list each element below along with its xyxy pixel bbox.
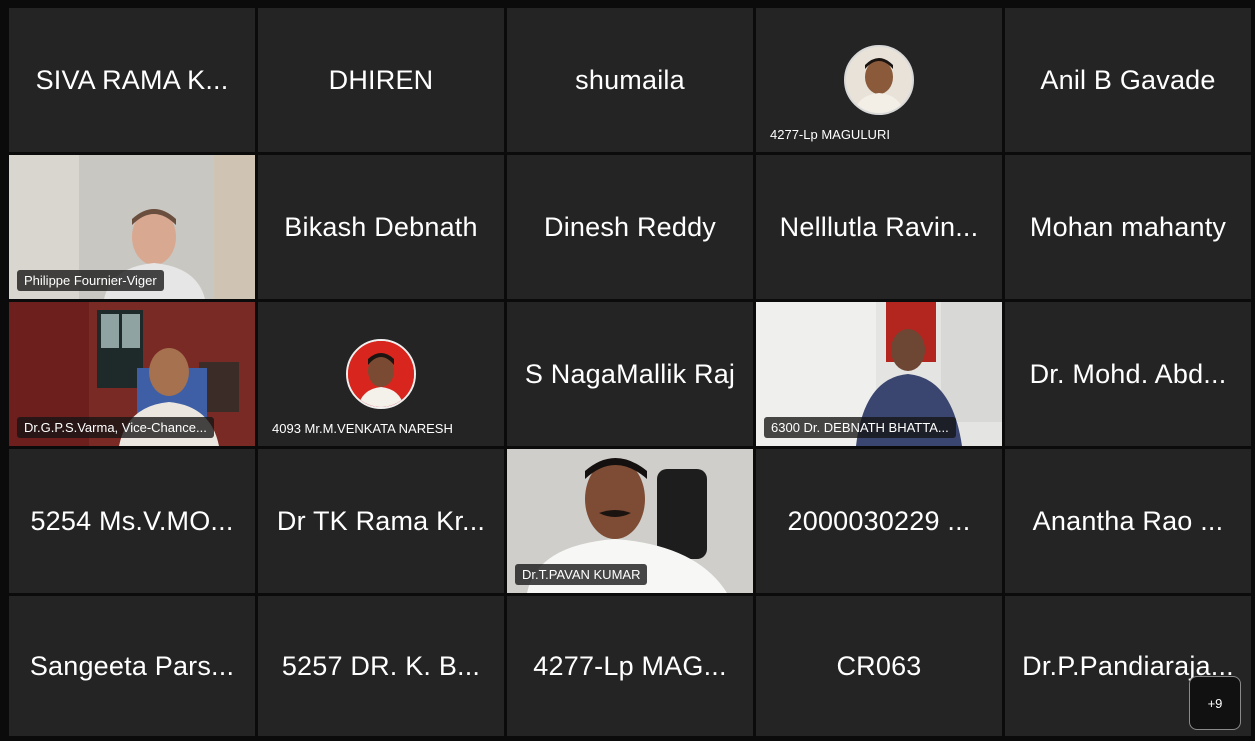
participant-tile[interactable]: CR063 (756, 596, 1002, 736)
participant-name: Nelllutla Ravin... (779, 211, 979, 242)
participant-tile[interactable]: Mohan mahanty (1005, 155, 1251, 299)
participant-tile[interactable]: Nelllutla Ravin... (756, 155, 1002, 299)
participant-name: Sangeeta Pars... (29, 650, 235, 681)
participant-video-tile[interactable]: Dr.T.PAVAN KUMAR (507, 449, 753, 593)
more-participants-button[interactable]: +9 (1189, 676, 1241, 730)
more-participants-count: +9 (1207, 695, 1223, 711)
participant-name: Bikash Debnath (284, 211, 478, 242)
participant-tile[interactable]: Dinesh Reddy (507, 155, 753, 299)
participant-name: CR063 (836, 650, 922, 681)
participant-tile[interactable]: Bikash Debnath (258, 155, 504, 299)
participant-tile[interactable]: 4277-Lp MAGULURI (756, 8, 1002, 152)
participant-tile[interactable]: 4093 Mr.M.VENKATA NARESH (258, 302, 504, 446)
participant-name: Dr TK Rama Kr... (276, 505, 486, 536)
participant-tile[interactable]: 5257 DR. K. B... (258, 596, 504, 736)
participant-tile[interactable]: Anil B Gavade (1005, 8, 1251, 152)
participant-video-tile[interactable]: 6300 Dr. DEBNATH BHATTA... (756, 302, 1002, 446)
participant-name-label: Dr.G.P.S.Varma, Vice-Chance... (17, 417, 214, 438)
participant-name-label: 4093 Mr.M.VENKATA NARESH (272, 421, 453, 436)
participant-tile[interactable]: Sangeeta Pars... (9, 596, 255, 736)
participant-name-label: Dr.T.PAVAN KUMAR (515, 564, 648, 585)
participant-tile[interactable]: Dr. Mohd. Abd... (1005, 302, 1251, 446)
participant-name-label: 6300 Dr. DEBNATH BHATTA... (764, 417, 956, 438)
participant-tile[interactable]: 4277-Lp MAG... (507, 596, 753, 736)
participant-name: Anil B Gavade (1040, 64, 1216, 95)
participant-video-tile[interactable]: Dr.G.P.S.Varma, Vice-Chance... (9, 302, 255, 446)
participant-tile[interactable]: Dr TK Rama Kr... (258, 449, 504, 593)
participant-tile[interactable]: shumaila (507, 8, 753, 152)
participant-tile[interactable]: SIVA RAMA K... (9, 8, 255, 152)
participant-name: DHIREN (328, 64, 434, 95)
participant-name: Dinesh Reddy (544, 211, 716, 242)
participant-tile[interactable]: Dr.P.Pandiaraja... +9 (1005, 596, 1251, 736)
participant-gallery-grid: SIVA RAMA K... DHIREN shumaila 4277-Lp M… (9, 8, 1254, 741)
participant-name: 5254 Ms.V.MO... (30, 505, 234, 536)
participant-name: 5257 DR. K. B... (281, 650, 481, 681)
participant-tile[interactable]: 2000030229 ... (756, 449, 1002, 593)
participant-name: Dr. Mohd. Abd... (1029, 358, 1227, 389)
participant-video-tile[interactable]: Philippe Fournier-Viger (9, 155, 255, 299)
participant-name: shumaila (575, 64, 685, 95)
participant-name: 2000030229 ... (787, 505, 971, 536)
participant-tile[interactable]: Anantha Rao ... (1005, 449, 1251, 593)
participant-name: Anantha Rao ... (1032, 505, 1224, 536)
participant-name: SIVA RAMA K... (35, 64, 229, 95)
participant-name-label: 4277-Lp MAGULURI (770, 127, 890, 142)
participant-name-label: Philippe Fournier-Viger (17, 270, 164, 291)
participant-name: 4277-Lp MAG... (533, 650, 727, 681)
participant-avatar (844, 45, 914, 115)
participant-avatar (346, 339, 416, 409)
participant-name: S NagaMallik Raj (524, 358, 736, 389)
participant-tile[interactable]: 5254 Ms.V.MO... (9, 449, 255, 593)
participant-tile[interactable]: S NagaMallik Raj (507, 302, 753, 446)
participant-tile[interactable]: DHIREN (258, 8, 504, 152)
participant-name: Mohan mahanty (1029, 211, 1227, 242)
